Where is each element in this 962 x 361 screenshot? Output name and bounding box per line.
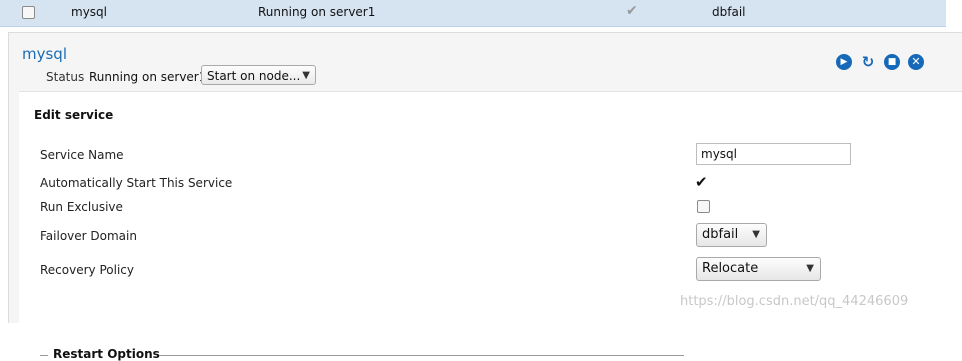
run-exclusive-checkbox[interactable]: [697, 200, 710, 213]
row-failover-domain: dbfail: [712, 5, 746, 19]
service-list-row[interactable]: mysql Running on server1 ✔ dbfail: [0, 0, 946, 27]
service-name-input[interactable]: [696, 143, 851, 165]
start-on-node-select-value: Start on node...: [207, 69, 301, 83]
row-select-checkbox[interactable]: [22, 6, 35, 19]
run-exclusive-label: Run Exclusive: [40, 200, 123, 214]
stop-icon[interactable]: ■: [884, 54, 900, 70]
recovery-policy-value: Relocate: [702, 261, 759, 276]
row-service-name: mysql: [71, 5, 107, 19]
chevron-down-icon: ▼: [806, 263, 814, 274]
chevron-down-icon: ▼: [752, 229, 760, 240]
service-name-label: Service Name: [40, 148, 124, 162]
row-service-status: Running on server1: [258, 5, 376, 19]
service-panel: mysql Status Running on server1 Start on…: [8, 32, 962, 361]
start-on-node-select[interactable]: Start on node... ▼: [201, 65, 316, 85]
service-title[interactable]: mysql: [22, 45, 67, 63]
failover-domain-value: dbfail: [702, 227, 739, 242]
delete-icon[interactable]: ✕: [908, 54, 924, 70]
autostart-label: Automatically Start This Service: [40, 176, 233, 190]
divider: [40, 355, 48, 356]
autostart-checkbox[interactable]: ✔: [695, 173, 708, 191]
status-label: Status: [46, 70, 85, 84]
failover-domain-label: Failover Domain: [40, 229, 137, 243]
row-autostart-check-icon: ✔: [626, 3, 638, 19]
chevron-down-icon: ▼: [302, 70, 310, 81]
status-value: Running on server1: [89, 70, 207, 84]
restart-options-legend: Restart Options: [53, 347, 160, 361]
recovery-policy-label: Recovery Policy: [40, 263, 134, 277]
divider: [159, 355, 684, 356]
recovery-policy-select[interactable]: Relocate ▼: [696, 257, 821, 281]
edit-service-heading: Edit service: [34, 108, 114, 122]
failover-domain-select[interactable]: dbfail ▼: [696, 223, 767, 247]
restart-icon[interactable]: ↻: [860, 54, 876, 70]
watermark: https://blog.csdn.net/qq_44246609: [680, 294, 909, 309]
start-icon[interactable]: ▶: [836, 54, 852, 70]
